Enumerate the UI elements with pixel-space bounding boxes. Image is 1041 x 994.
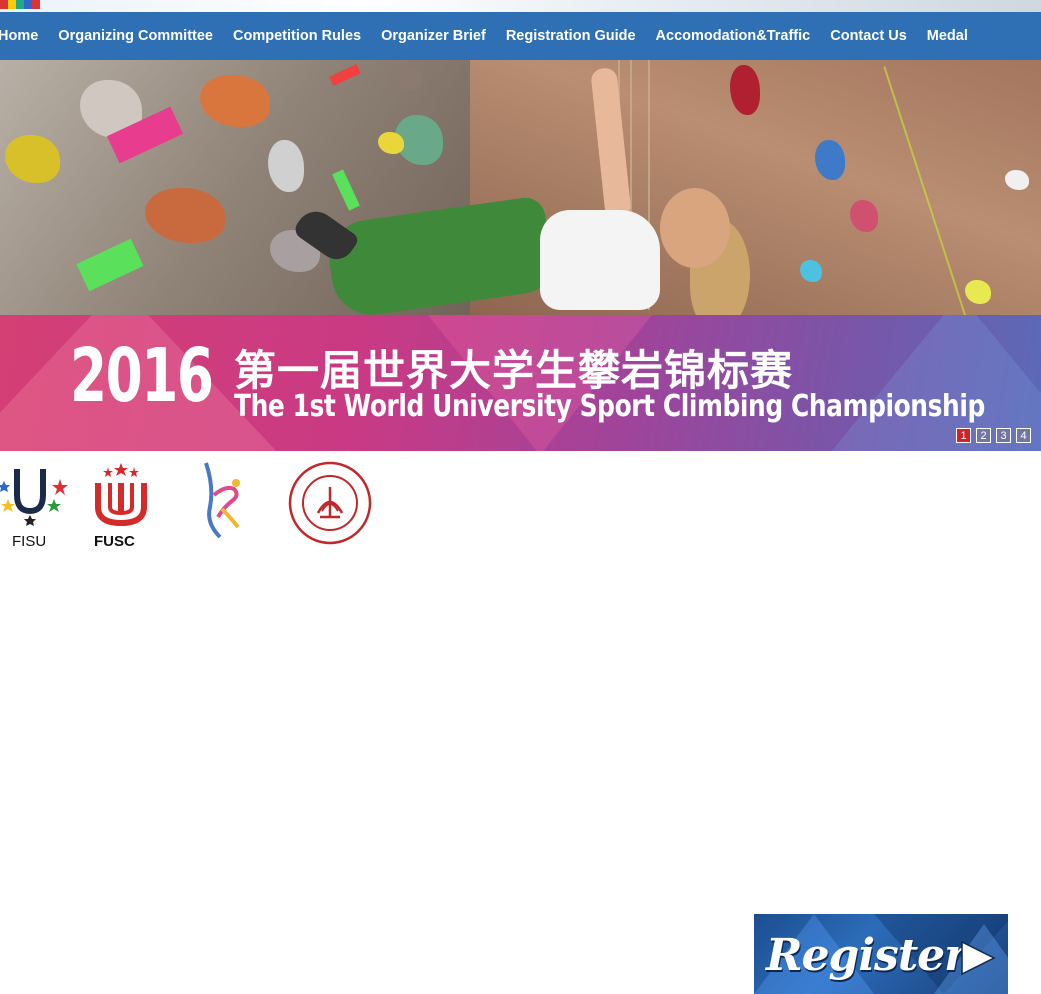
main-nav: Home Organizing Committee Competition Ru… [0, 12, 1041, 60]
nav-registration-guide[interactable]: Registration Guide [496, 28, 646, 44]
nav-contact-us[interactable]: Contact Us [820, 28, 917, 44]
banner-year: 2016 [70, 333, 214, 419]
nav-organizer-brief[interactable]: Organizer Brief [371, 28, 496, 44]
play-arrow-icon [961, 940, 996, 976]
climbing-hold [378, 132, 404, 154]
fisu-emblem-icon [0, 469, 68, 526]
climbing-hold [800, 260, 822, 282]
header-logo-fragment [0, 0, 40, 9]
fusc-emblem-icon [95, 463, 147, 527]
climbing-hold [1005, 170, 1029, 190]
fisu-caption: FISU [12, 533, 47, 550]
register-label: Register [766, 930, 967, 981]
climber-tank-top [540, 210, 660, 310]
slide-2-button[interactable]: 2 [976, 428, 991, 443]
hero-banner[interactable]: 2016 第一届世界大学生攀岩锦标赛 The 1st World Univers… [0, 60, 1041, 451]
slide-3-button[interactable]: 3 [996, 428, 1011, 443]
fusc-logo[interactable]: FUSC [90, 461, 152, 550]
banner-title-band: 2016 第一届世界大学生攀岩锦标赛 The 1st World Univers… [0, 315, 1041, 451]
nav-home[interactable]: Home [0, 28, 48, 44]
nav-medal[interactable]: Medal [917, 28, 978, 44]
donghua-university-seal[interactable] [288, 461, 372, 545]
wuscc-logo[interactable] [196, 459, 246, 543]
climbing-hold [965, 280, 991, 304]
nav-competition-rules[interactable]: Competition Rules [223, 28, 371, 44]
wuscc-emblem-icon [204, 462, 240, 539]
climbing-hold [850, 200, 878, 232]
slide-1-button[interactable]: 1 [956, 428, 971, 443]
fusc-caption: FUSC [94, 533, 135, 550]
register-button[interactable]: Register [754, 914, 1008, 994]
nav-organizing-committee[interactable]: Organizing Committee [48, 28, 223, 44]
banner-title-english: The 1st World University Sport Climbing … [234, 389, 985, 424]
slider-pager: 1 2 3 4 [956, 428, 1031, 443]
slide-4-button[interactable]: 4 [1016, 428, 1031, 443]
fisu-logo[interactable]: FISU [0, 459, 75, 550]
nav-accomodation-traffic[interactable]: Accomodation&Traffic [646, 28, 821, 44]
top-header-strip [0, 0, 1041, 12]
donghua-seal-icon [288, 461, 372, 545]
sponsor-logos: FISU FUSC Register [0, 451, 1041, 994]
climber-head [660, 188, 730, 268]
